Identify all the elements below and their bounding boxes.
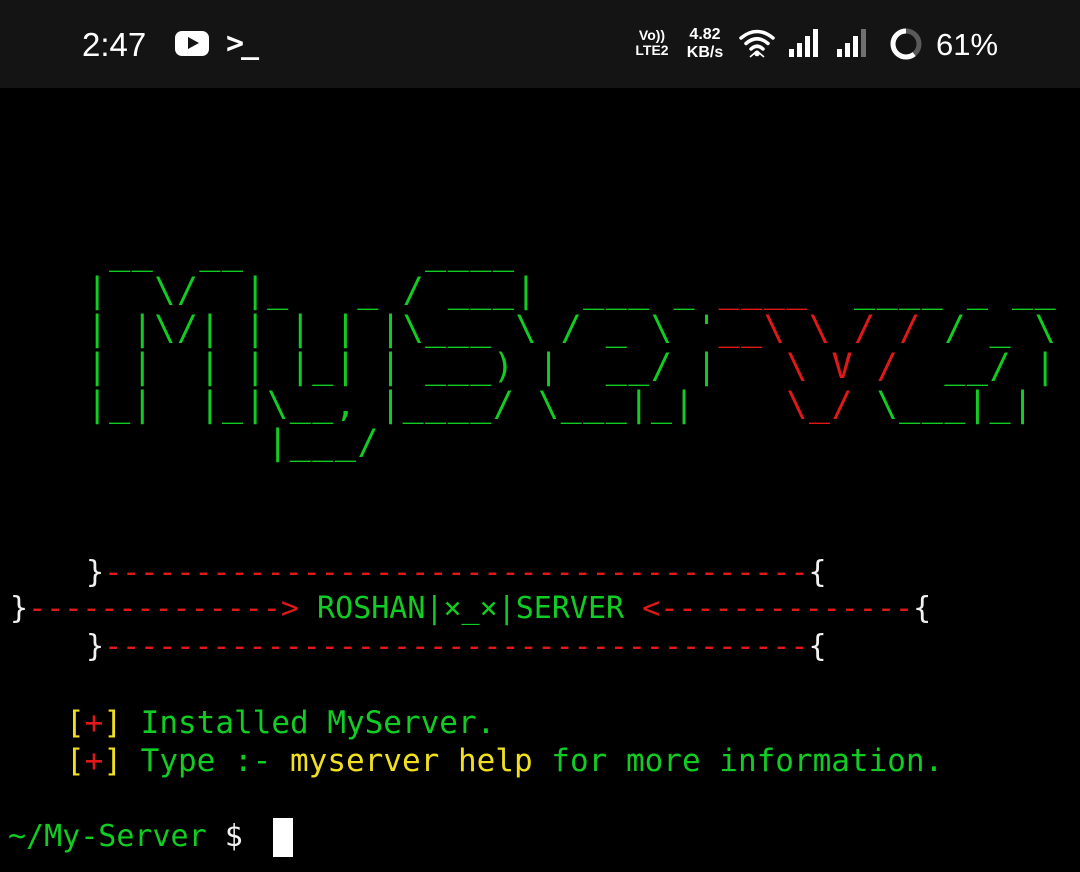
wifi-icon — [739, 29, 775, 58]
signal-icon — [837, 29, 866, 57]
network-speed: 4.82 KB/s — [682, 26, 728, 62]
volte-bottom: LTE2 — [635, 42, 669, 58]
logo-line: |_| |_|\__, |____/ \___|_| \_/ \___|_| — [64, 385, 1035, 425]
youtube-icon — [175, 31, 209, 56]
terminal-view[interactable]: __ __ ____ | \/ |_ _ / ___| ___ _ ____ _… — [0, 88, 1080, 872]
ascii-logo: __ __ ____ | \/ |_ _ / ___| ___ _ ____ _… — [64, 234, 1080, 462]
banner-title-line: }--------------> ROSHAN|×_×|SERVER <----… — [10, 591, 932, 626]
banner-title: ROSHAN|×_×|SERVER — [299, 591, 643, 626]
prompt-path: ~/My-Server — [8, 819, 207, 854]
text-cursor[interactable] — [273, 818, 293, 857]
signal-icon — [789, 29, 818, 57]
logo-line: | |\/| | | | |\___ \ / _ \ '__\ \ / / / … — [64, 309, 1080, 349]
volte-top: Vo)) — [638, 27, 666, 43]
volte-indicator: Vo)) LTE2 — [632, 28, 672, 58]
info-line-help: [+] Type :- myserver help for more infor… — [66, 743, 944, 779]
shell-prompt[interactable]: ~/My-Server $ — [8, 819, 261, 855]
prompt-symbol: $ — [206, 819, 261, 854]
network-speed-value: 4.82 — [689, 26, 721, 43]
network-speed-unit: KB/s — [686, 44, 724, 61]
help-command: myserver help — [290, 743, 533, 779]
logo-line: | \/ |_ _ / ___| ___ _ ____ ____ _ __ — [64, 271, 1058, 311]
logo-line: __ __ ____ — [64, 233, 516, 273]
battery-percent: 61% — [936, 27, 999, 62]
status-bar: 2:47 >_ Vo)) LTE2 4.82 KB/s 61% — [0, 0, 1080, 88]
battery-ring-icon — [890, 28, 922, 60]
screen: 2:47 >_ Vo)) LTE2 4.82 KB/s 61% __ __ __… — [0, 0, 1080, 872]
status-time: 2:47 — [82, 26, 147, 63]
logo-line: |___/ — [64, 423, 381, 463]
info-line-installed: [+] Installed MyServer. — [66, 705, 496, 741]
terminal-icon: >_ — [226, 26, 259, 61]
banner-top-rule: }---------------------------------------… — [86, 555, 827, 590]
banner-bottom-rule: }---------------------------------------… — [86, 629, 827, 664]
logo-line: | | | | |_| | ___) | __/ | \ V / __/ | — [64, 347, 1058, 387]
